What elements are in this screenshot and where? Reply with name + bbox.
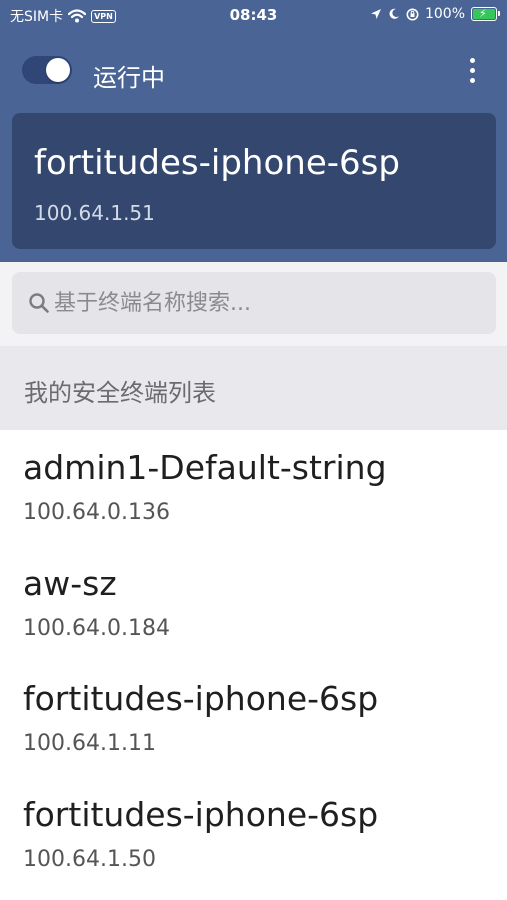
current-device-ip: 100.64.1.51 xyxy=(34,201,155,225)
carrier-label: 无SIM卡 xyxy=(10,9,64,25)
section-title: 我的安全终端列表 xyxy=(24,379,216,407)
device-ip: 100.64.0.136 xyxy=(23,500,170,525)
battery-percent: 100% xyxy=(424,6,465,22)
list-item[interactable]: fortitudes-iphone-6sp 100.64.1.50 xyxy=(0,777,507,893)
search-input[interactable] xyxy=(54,290,484,316)
search-icon xyxy=(29,293,49,313)
orientation-lock-icon xyxy=(406,8,419,20)
current-device-name: fortitudes-iphone-6sp xyxy=(34,143,400,183)
device-ip: 100.64.1.50 xyxy=(23,846,156,872)
search-band xyxy=(0,262,507,346)
more-vertical-icon[interactable] xyxy=(469,58,477,84)
list-item[interactable]: aw-sz 100.64.0.184 xyxy=(0,546,507,662)
list-item[interactable]: fortitudes-iphone-6sp 100.64.1.11 xyxy=(0,661,507,777)
vpn-toggle[interactable] xyxy=(22,56,72,84)
device-name: fortitudes-iphone-6sp xyxy=(23,679,379,718)
device-list: admin1-Default-string 100.64.0.136 aw-sz… xyxy=(0,430,507,892)
moon-icon xyxy=(389,8,399,19)
toggle-knob xyxy=(46,58,70,82)
header-panel: 08:43 无SIM卡 VPN 100% ⚡ 运行中 fortitudes-ip… xyxy=(0,0,507,262)
battery-charging-icon: ⚡ xyxy=(471,7,500,21)
search-box[interactable] xyxy=(12,272,496,334)
device-name: admin1-Default-string xyxy=(23,448,387,487)
vpn-badge: VPN xyxy=(91,9,116,23)
location-icon xyxy=(370,9,381,19)
current-device-card: fortitudes-iphone-6sp 100.64.1.51 xyxy=(12,113,496,249)
connection-status-label: 运行中 xyxy=(93,64,165,92)
status-bar: 08:43 无SIM卡 VPN 100% ⚡ xyxy=(0,0,507,30)
list-item[interactable]: admin1-Default-string 100.64.0.136 xyxy=(0,430,507,546)
section-header: 我的安全终端列表 xyxy=(0,346,507,430)
header-row: 运行中 xyxy=(0,50,507,94)
device-name: aw-sz xyxy=(23,563,117,603)
device-name: fortitudes-iphone-6sp xyxy=(23,794,379,834)
wifi-icon xyxy=(68,9,87,23)
device-ip: 100.64.0.184 xyxy=(23,615,170,641)
device-ip: 100.64.1.11 xyxy=(23,731,156,756)
